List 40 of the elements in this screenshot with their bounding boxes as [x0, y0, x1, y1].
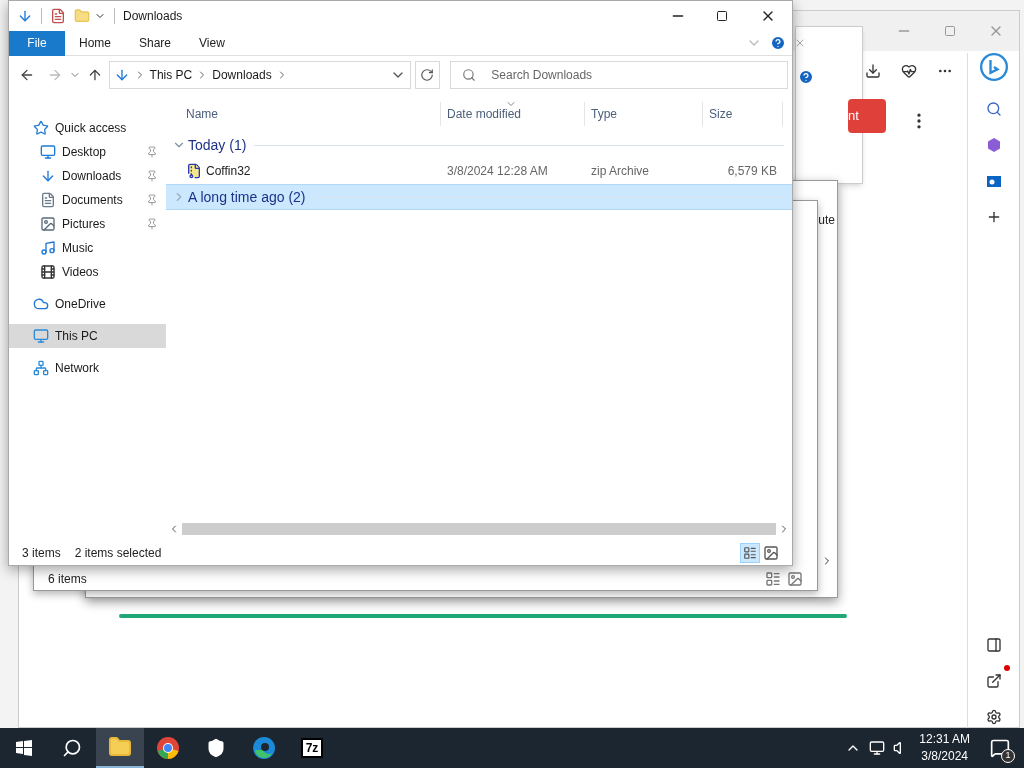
search-field[interactable]: Search Downloads — [450, 61, 788, 89]
ribbon-tab[interactable]: Share — [125, 30, 186, 56]
item-count: 3 items — [22, 545, 61, 562]
nav-item[interactable]: This PC — [9, 324, 166, 348]
nav-item[interactable]: Music — [9, 236, 166, 260]
cut-text: ute — [818, 212, 835, 229]
nav-item[interactable]: Downloads — [9, 164, 166, 188]
ribbon-tab[interactable]: File — [9, 30, 65, 56]
file-row[interactable]: Coffin32 3/8/2024 12:28 AM zip Archive 6,579 KB — [166, 158, 792, 184]
nav-item[interactable]: Videos — [9, 260, 166, 284]
group-header[interactable]: A long time ago (2) — [166, 184, 792, 210]
clock-time[interactable]: 12:31 AM — [919, 731, 970, 748]
nav-item[interactable]: Pictures — [9, 212, 166, 236]
address-bar[interactable]: This PC Downloads — [108, 61, 411, 89]
date-cell-text: 3/8/2024 12:28 AM — [446, 163, 549, 180]
item-count: 6 items — [48, 571, 87, 588]
nav-item[interactable]: OneDrive — [9, 292, 166, 316]
breadcrumb-item[interactable]: This PC — [149, 66, 193, 84]
column-header[interactable]: Date modified — [441, 102, 585, 126]
taskbar-button[interactable]: 7z — [288, 728, 336, 768]
breadcrumb-item[interactable]: Downloads — [212, 66, 272, 84]
type-cell-text: zip Archive — [590, 163, 651, 180]
column-header[interactable]: Size — [703, 102, 783, 126]
group-header[interactable]: Today (1) — [166, 132, 792, 158]
nav-item[interactable]: Desktop — [9, 140, 166, 164]
file-name: Coffin32 — [206, 163, 251, 180]
notification-count: 1 — [1001, 749, 1015, 763]
size-cell-text: 6,579 KB — [726, 163, 778, 180]
selection-count: 2 items selected — [74, 545, 162, 562]
window-title: Downloads — [123, 8, 183, 25]
nav-item[interactable]: Network — [9, 356, 166, 380]
column-header[interactable]: Name — [166, 102, 441, 126]
nav-item[interactable]: Quick access — [9, 116, 166, 140]
ribbon-tab[interactable]: View — [185, 30, 239, 56]
clock-date[interactable]: 3/8/2024 — [921, 748, 968, 765]
ribbon-tab[interactable]: Home — [65, 30, 125, 56]
archive-logo: 7z — [300, 738, 324, 758]
nav-item[interactable]: Documents — [9, 188, 166, 212]
column-header[interactable]: Type — [585, 102, 703, 126]
action-button[interactable]: nt — [848, 99, 886, 133]
